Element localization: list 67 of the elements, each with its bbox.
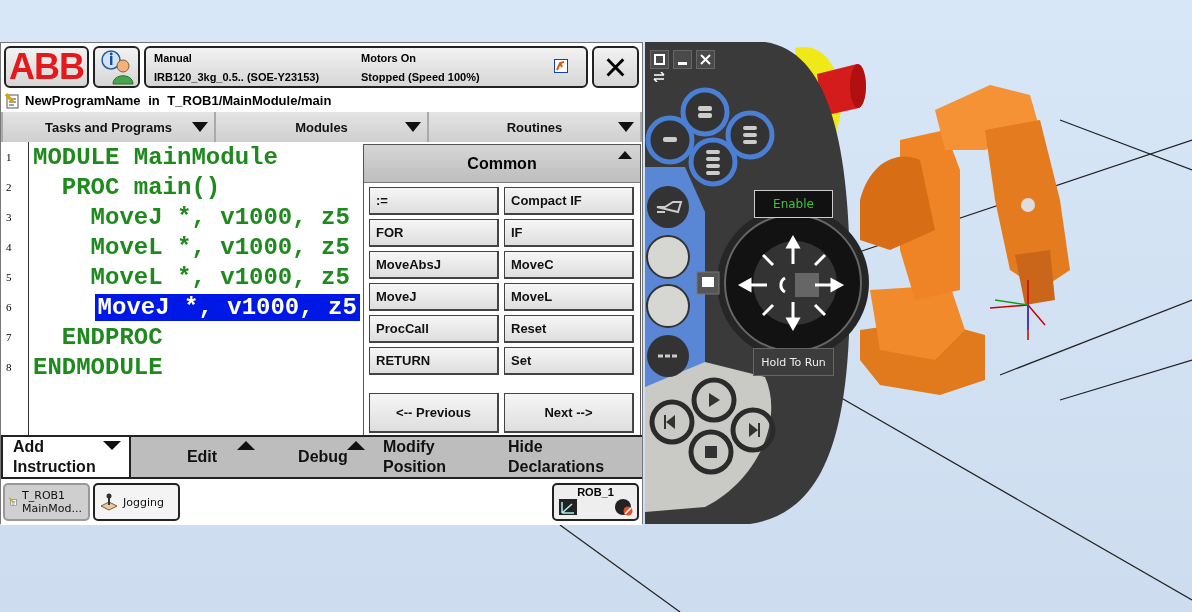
panel-title[interactable]: Common bbox=[467, 154, 537, 173]
instruction-button[interactable]: ProcCall bbox=[369, 315, 499, 343]
dropdown-menu[interactable]: Tasks and Programs bbox=[3, 112, 214, 142]
operating-mode: Manual bbox=[154, 51, 193, 64]
minimize-button[interactable] bbox=[673, 50, 692, 69]
line-number: 3 bbox=[5, 210, 13, 225]
info-button[interactable] bbox=[93, 46, 140, 88]
menu-caret-icon bbox=[237, 441, 255, 450]
instruction-button[interactable]: Compact IF bbox=[504, 187, 634, 215]
program-state: Stopped (Speed 100%) bbox=[361, 70, 481, 83]
close-button[interactable]: × bbox=[592, 46, 639, 88]
instruction-button[interactable]: RETURN bbox=[369, 347, 499, 375]
menu-caret-icon bbox=[103, 441, 121, 450]
line-number: 6 bbox=[5, 300, 13, 315]
code-line[interactable]: ENDPROC bbox=[61, 323, 163, 351]
collapse-caret-icon[interactable] bbox=[618, 151, 632, 159]
close-icon bbox=[700, 54, 711, 65]
instruction-button[interactable]: Reset bbox=[504, 315, 634, 343]
instruction-button[interactable]: MoveL bbox=[504, 283, 634, 311]
menu-caret-icon bbox=[347, 441, 365, 450]
system-name: IRB120_3kg_0.5.. (SOE-Y23153) bbox=[154, 70, 321, 83]
speed-disabled-icon bbox=[613, 498, 634, 516]
instruction-button[interactable]: MoveC bbox=[504, 251, 634, 279]
restore-icon bbox=[654, 54, 665, 65]
code-line[interactable]: MODULE MainModule bbox=[33, 143, 278, 171]
quickset-button[interactable]: ROB_1 bbox=[552, 483, 639, 521]
dropdown-menu[interactable]: Routines bbox=[429, 112, 640, 142]
code-line[interactable]: MoveL *, v1000, z5 bbox=[90, 233, 350, 261]
restore-button[interactable] bbox=[650, 50, 669, 69]
robot-status-icon bbox=[554, 59, 568, 73]
task-button[interactable]: Jogging bbox=[93, 483, 180, 521]
close-button[interactable] bbox=[696, 50, 715, 69]
swap-arrows-icon[interactable] bbox=[653, 72, 665, 82]
dropdown-caret-icon bbox=[192, 122, 208, 132]
instruction-button[interactable]: IF bbox=[504, 219, 634, 247]
instruction-button[interactable]: MoveAbsJ bbox=[369, 251, 499, 279]
line-number: 5 bbox=[5, 270, 13, 285]
code-line[interactable]: ENDMODULE bbox=[33, 353, 163, 381]
task-button[interactable]: T_ROB1 MainMod... bbox=[3, 483, 90, 521]
code-line[interactable]: PROC main() bbox=[61, 173, 221, 201]
dropdown-menu[interactable]: Modules bbox=[216, 112, 427, 142]
line-number: 8 bbox=[5, 360, 13, 375]
line-number: 7 bbox=[5, 330, 13, 345]
dropdown-caret-icon bbox=[618, 122, 634, 132]
instruction-button[interactable]: := bbox=[369, 187, 499, 215]
program-editor-icon bbox=[5, 92, 21, 109]
enable-button[interactable]: Enable bbox=[754, 190, 833, 218]
motor-state: Motors On bbox=[361, 51, 417, 64]
coordinate-frame-icon bbox=[557, 498, 578, 516]
joystick-icon bbox=[99, 492, 119, 512]
instruction-button[interactable]: FOR bbox=[369, 219, 499, 247]
hold-to-run-button[interactable]: Hold To Run bbox=[753, 348, 834, 376]
abb-logo[interactable]: ABB bbox=[4, 46, 89, 88]
line-number: 1 bbox=[5, 150, 13, 165]
next-button[interactable]: Next --> bbox=[504, 393, 634, 433]
previous-button[interactable]: <-- Previous bbox=[369, 393, 499, 433]
minimize-icon bbox=[678, 62, 687, 65]
instruction-button[interactable]: MoveJ bbox=[369, 283, 499, 311]
line-number: 2 bbox=[5, 180, 13, 195]
instruction-button[interactable]: Set bbox=[504, 347, 634, 375]
editor-title: NewProgramName in T_ROB1/MainModule/main bbox=[25, 93, 332, 108]
dropdown-caret-icon bbox=[405, 122, 421, 132]
info-person-icon bbox=[98, 49, 135, 85]
code-line[interactable]: MoveL *, v1000, z5 bbox=[90, 263, 350, 291]
code-line[interactable]: MoveJ *, v1000, z5 bbox=[90, 203, 350, 231]
line-number: 4 bbox=[5, 240, 13, 255]
menu-tab[interactable]: Add Instruction bbox=[1, 437, 131, 477]
